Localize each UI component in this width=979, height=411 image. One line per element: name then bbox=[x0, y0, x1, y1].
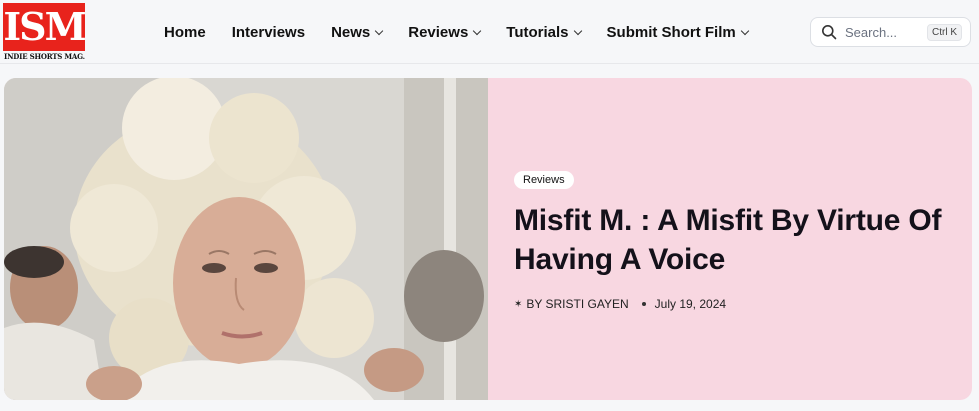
nav-item-tutorials[interactable]: Tutorials bbox=[506, 23, 582, 41]
film-still-image bbox=[4, 78, 488, 400]
logo-tagline: INDIE SHORTS MAG. bbox=[4, 52, 85, 61]
chevron-down-icon bbox=[573, 26, 582, 35]
chevron-down-icon bbox=[740, 26, 749, 35]
chevron-down-icon bbox=[473, 26, 482, 35]
nav-item-news[interactable]: News bbox=[331, 23, 384, 41]
separator-dot bbox=[641, 302, 646, 306]
nav-item-label: Reviews bbox=[408, 23, 469, 41]
nav-item-reviews[interactable]: Reviews bbox=[408, 23, 482, 41]
logo-box: ISM bbox=[3, 3, 87, 51]
search-shortcut-badge: Ctrl K bbox=[927, 24, 962, 41]
search-box[interactable]: Search... Ctrl K bbox=[810, 17, 971, 47]
nav-item-label: Submit Short Film bbox=[606, 23, 736, 41]
search-placeholder: Search... bbox=[845, 24, 898, 40]
nav-item-interviews[interactable]: Interviews bbox=[232, 24, 305, 41]
author-link[interactable]: ✶ BY SRISTI GAYEN bbox=[514, 297, 629, 311]
logo-mark: ISM bbox=[3, 4, 86, 49]
author-name: BY SRISTI GAYEN bbox=[526, 297, 629, 311]
nav-item-submit-short-film[interactable]: Submit Short Film bbox=[606, 23, 749, 41]
featured-title[interactable]: Misfit M. : A Misfit By Virtue Of Having… bbox=[514, 201, 954, 279]
post-meta: ✶ BY SRISTI GAYEN July 19, 2024 bbox=[514, 297, 954, 311]
nav-item-label: Home bbox=[164, 23, 206, 41]
nav-item-home[interactable]: Home bbox=[164, 24, 206, 41]
search-icon bbox=[822, 25, 837, 40]
featured-post: Reviews Misfit M. : A Misfit By Virtue O… bbox=[4, 78, 972, 400]
site-logo[interactable]: ISM INDIE SHORTS MAG. bbox=[3, 3, 87, 61]
nav-item-label: Tutorials bbox=[506, 23, 569, 41]
site-header: ISM INDIE SHORTS MAG. Home Interviews Ne… bbox=[0, 0, 979, 64]
featured-image[interactable] bbox=[4, 78, 488, 400]
main-nav: Home Interviews News Reviews Tutorials S… bbox=[164, 0, 774, 64]
chevron-down-icon bbox=[375, 26, 384, 35]
asterisk-icon: ✶ bbox=[514, 298, 523, 310]
category-badge[interactable]: Reviews bbox=[514, 171, 574, 189]
nav-item-label: News bbox=[331, 23, 371, 41]
nav-item-label: Interviews bbox=[231, 23, 306, 41]
featured-content: Reviews Misfit M. : A Misfit By Virtue O… bbox=[514, 170, 954, 311]
post-date: July 19, 2024 bbox=[654, 297, 727, 311]
